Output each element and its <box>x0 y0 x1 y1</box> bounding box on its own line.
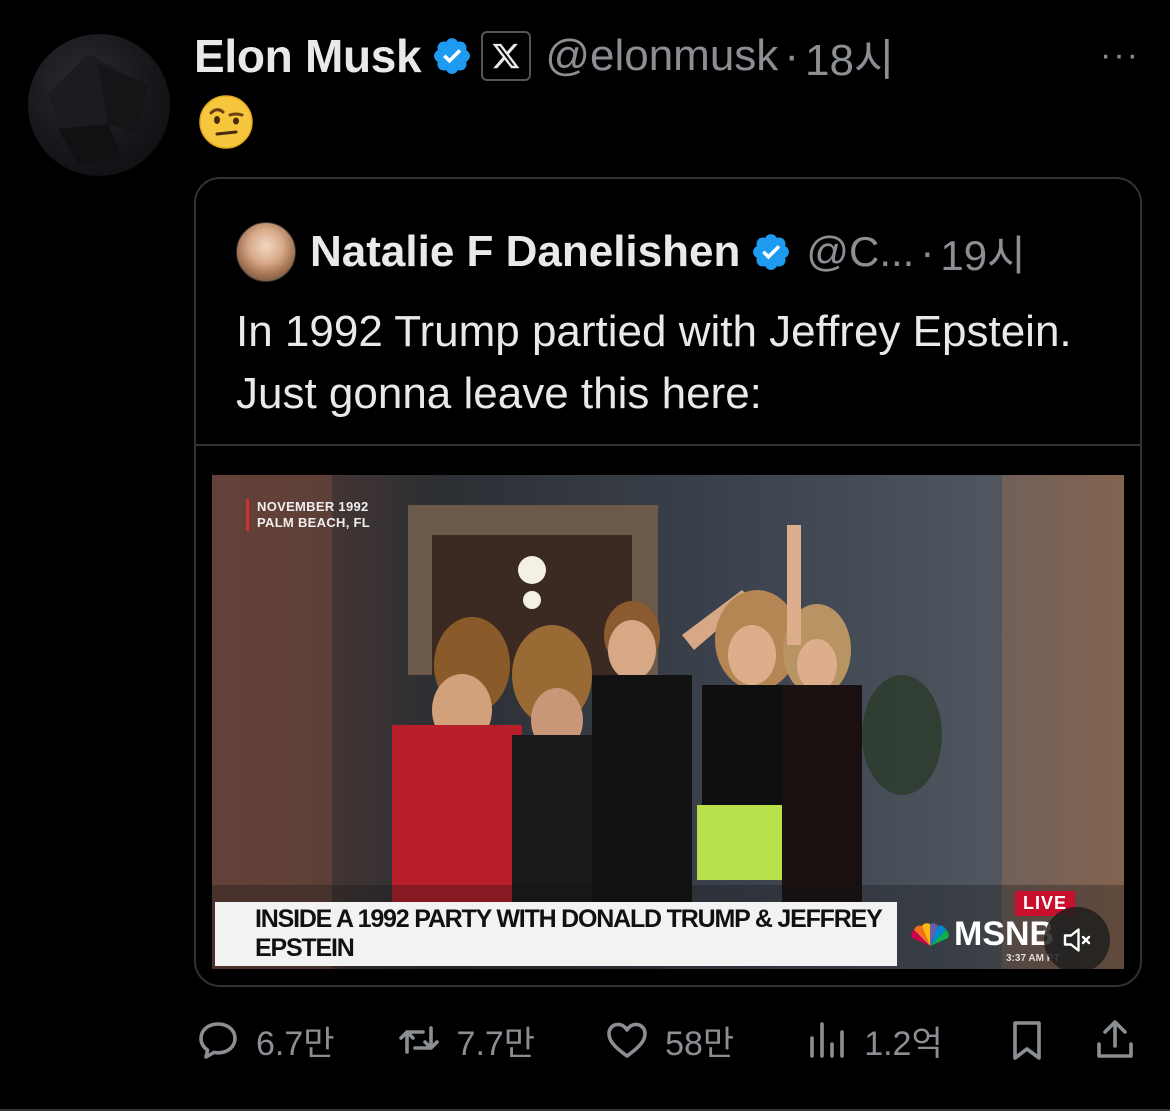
verified-badge-icon <box>753 234 790 270</box>
views-button[interactable]: 1.2억 <box>802 1016 943 1065</box>
peacock-icon <box>911 922 949 946</box>
raised-eyebrow-emoji-icon <box>199 95 253 149</box>
separator-dot: · <box>920 228 935 275</box>
author-header: Elon Musk @elonmusk · 18시 <box>194 28 894 85</box>
quoted-text: In 1992 Trump partied with Jeffrey Epste… <box>236 307 1072 418</box>
quoted-header: Natalie F Danelishen @C... · 19시 <box>236 221 1026 283</box>
repost-button[interactable]: 7.7만 <box>395 1016 536 1065</box>
author-avatar[interactable] <box>28 34 170 176</box>
network-name: MSNB <box>954 915 1055 953</box>
views-chart-icon <box>810 1022 845 1058</box>
author-handle[interactable]: @elonmusk <box>545 31 778 81</box>
author-name[interactable]: Elon Musk <box>194 29 422 83</box>
reply-icon <box>199 1022 237 1059</box>
repost-icon <box>398 1026 439 1054</box>
heart-icon <box>607 1022 647 1058</box>
tweet-time[interactable]: 18시 <box>805 24 894 88</box>
tweet[interactable]: Elon Musk @elonmusk · 18시 ··· Natalie F … <box>0 0 1170 1111</box>
quoted-tweet[interactable]: Natalie F Danelishen @C... · 19시 In 1992… <box>194 177 1142 987</box>
quoted-avatar[interactable] <box>236 222 296 282</box>
divider <box>196 444 1140 446</box>
repost-count: 7.7만 <box>456 1024 536 1063</box>
dateline-date: NOVEMBER 1992 <box>257 499 369 514</box>
bookmark-button[interactable] <box>1003 1016 1051 1064</box>
bookmark-icon <box>1012 1021 1041 1060</box>
more-options-icon[interactable]: ··· <box>1100 38 1140 72</box>
views-count: 1.2억 <box>864 1024 943 1063</box>
msnbc-logo: MSNB <box>910 915 1054 954</box>
video-player[interactable]: NOVEMBER 1992 PALM BEACH, FL INSIDE A 19… <box>212 475 1124 969</box>
dateline-place: PALM BEACH, FL <box>257 515 371 530</box>
video-chyron: INSIDE A 1992 PARTY WITH DONALD TRUMP & … <box>215 902 897 966</box>
like-button[interactable]: 58만 <box>603 1016 734 1065</box>
quoted-time[interactable]: 19시 <box>940 222 1025 283</box>
x-affiliation-icon <box>481 31 532 81</box>
like-count: 58만 <box>665 1024 735 1063</box>
quoted-author-handle[interactable]: @C... <box>806 228 914 276</box>
quoted-author-name[interactable]: Natalie F Danelishen <box>310 227 740 277</box>
mute-button[interactable] <box>1044 907 1110 969</box>
reply-count: 6.7만 <box>256 1024 335 1063</box>
video-dateline: NOVEMBER 1992 PALM BEACH, FL <box>246 499 370 531</box>
verified-badge-icon <box>434 38 471 74</box>
action-bar: 6.7만 7.7만 58만 1.2억 <box>194 1008 1140 1072</box>
separator-dot: · <box>784 31 799 80</box>
speaker-muted-icon <box>1063 928 1091 952</box>
share-button[interactable] <box>1091 1016 1139 1064</box>
share-icon <box>1096 1020 1133 1058</box>
reply-button[interactable]: 6.7만 <box>194 1016 335 1065</box>
